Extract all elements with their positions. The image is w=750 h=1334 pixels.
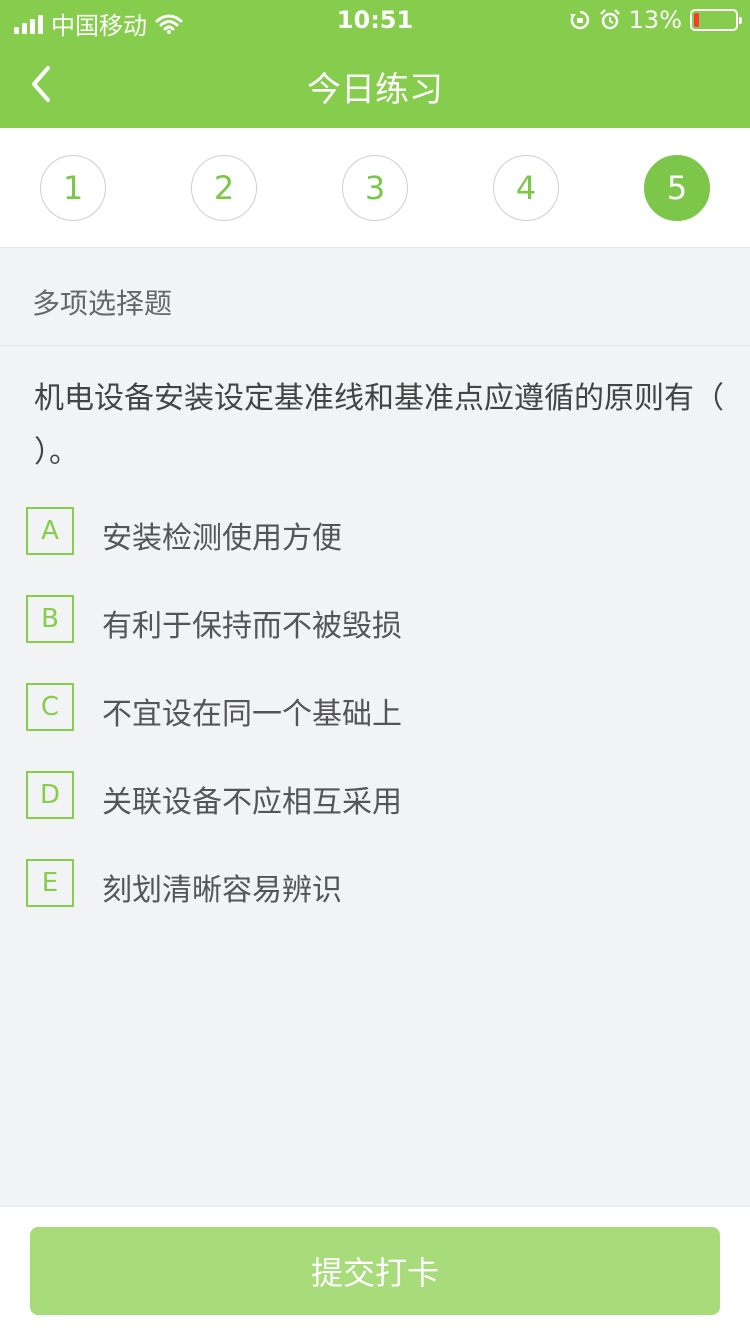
option-key: B [26,595,74,643]
status-bar: 中国移动 10:51 13% [0,0,750,40]
option-text: 刻划清晰容易辨识 [102,873,342,908]
alarm-icon [599,9,620,30]
nav-bar: 今日练习 [0,40,750,128]
option-a[interactable]: A 安装检测使用方便 [26,507,726,557]
question-type-bar: 多项选择题 [0,248,750,346]
option-key: D [26,771,74,819]
step-1[interactable]: 1 [40,155,106,221]
option-d[interactable]: D 关联设备不应相互采用 [26,771,726,821]
footer-bar: 提交打卡 [0,1206,750,1334]
option-e[interactable]: E 刻划清晰容易辨识 [26,859,726,909]
status-right: 13% [569,6,742,34]
page-title: 今日练习 [307,70,443,110]
battery-level [694,13,699,27]
option-key: A [26,507,74,555]
submit-checkin-button[interactable]: 提交打卡 [30,1227,720,1315]
question-step-nav: 1 2 3 4 5 [0,128,750,248]
question-text: 机电设备安装设定基准线和基准点应遵循的原则有（ ）。 [34,381,724,470]
step-2[interactable]: 2 [191,155,257,221]
step-3[interactable]: 3 [342,155,408,221]
rotation-lock-icon [569,10,589,30]
option-key: C [26,683,74,731]
battery-icon [690,9,742,31]
step-4[interactable]: 4 [493,155,559,221]
option-text: 安装检测使用方便 [102,521,342,556]
option-b[interactable]: B 有利于保持而不被毁损 [26,595,726,645]
option-text: 关联设备不应相互采用 [102,785,402,820]
step-5[interactable]: 5 [644,155,710,221]
option-c[interactable]: C 不宜设在同一个基础上 [26,683,726,733]
option-key: E [26,859,74,907]
app-header: 中国移动 10:51 13% 今日练习 [0,0,750,128]
battery-percent: 13% [628,6,682,34]
option-text: 不宜设在同一个基础上 [102,697,402,732]
option-text: 有利于保持而不被毁损 [102,609,402,644]
question-type-label: 多项选择题 [32,287,173,320]
